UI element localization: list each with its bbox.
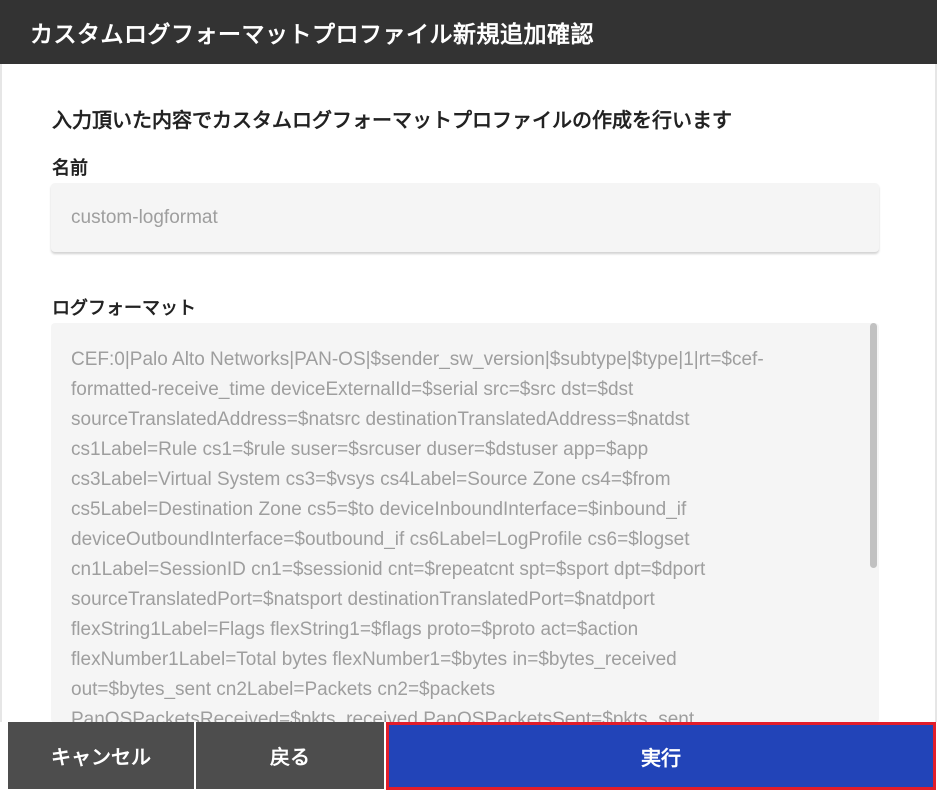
cancel-button[interactable]: キャンセル — [8, 722, 194, 789]
log-format-line: flexString1Label=Flags flexString1=$flag… — [71, 619, 639, 640]
log-format-line: sourceTranslatedAddress=$natsrc destinat… — [71, 409, 690, 430]
log-format-scrollbar[interactable] — [868, 323, 879, 723]
run-button[interactable]: 実行 — [386, 722, 936, 790]
name-field: custom-logformat — [51, 183, 879, 252]
log-format-line: cs5Label=Destination Zone cs5=$to device… — [71, 499, 687, 520]
back-button[interactable]: 戻る — [196, 722, 384, 789]
dialog-header: カスタムログフォーマットプロファイル新規追加確認 — [0, 0, 937, 64]
log-format-label: ログフォーマット — [52, 298, 196, 319]
confirmation-message: 入力頂いた内容でカスタムログフォーマットプロファイルの作成を行います — [52, 108, 732, 132]
log-format-line: deviceOutboundInterface=$outbound_if cs6… — [71, 529, 690, 550]
log-format-line: cn1Label=SessionID cn1=$sessionid cnt=$r… — [71, 559, 706, 580]
name-value: custom-logformat — [71, 206, 218, 228]
log-format-line: cs3Label=Virtual System cs3=$vsys cs4Lab… — [71, 469, 671, 490]
log-format-line: formatted-receive_time deviceExternalId=… — [71, 379, 634, 400]
log-format-line: CEF:0|Palo Alto Networks|PAN-OS|$sender_… — [71, 349, 764, 370]
dialog-left-edge — [0, 64, 2, 724]
log-format-line: out=$bytes_sent cn2Label=Packets cn2=$pa… — [71, 679, 496, 700]
log-format-line: sourceTranslatedPort=$natsport destinati… — [71, 589, 655, 610]
scrollbar-thumb[interactable] — [870, 323, 877, 568]
dialog-footer: キャンセル 戻る 実行 — [0, 722, 937, 792]
log-format-line: flexNumber1Label=Total bytes flexNumber1… — [71, 649, 677, 670]
log-format-line: PanOSPacketsReceived=$pkts_received PanO… — [71, 709, 695, 723]
dialog-title: カスタムログフォーマットプロファイル新規追加確認 — [30, 22, 594, 48]
log-format-textarea[interactable]: CEF:0|Palo Alto Networks|PAN-OS|$sender_… — [51, 323, 879, 723]
name-label: 名前 — [52, 158, 88, 179]
log-format-line: cs1Label=Rule cs1=$rule suser=$srcuser d… — [71, 439, 649, 460]
